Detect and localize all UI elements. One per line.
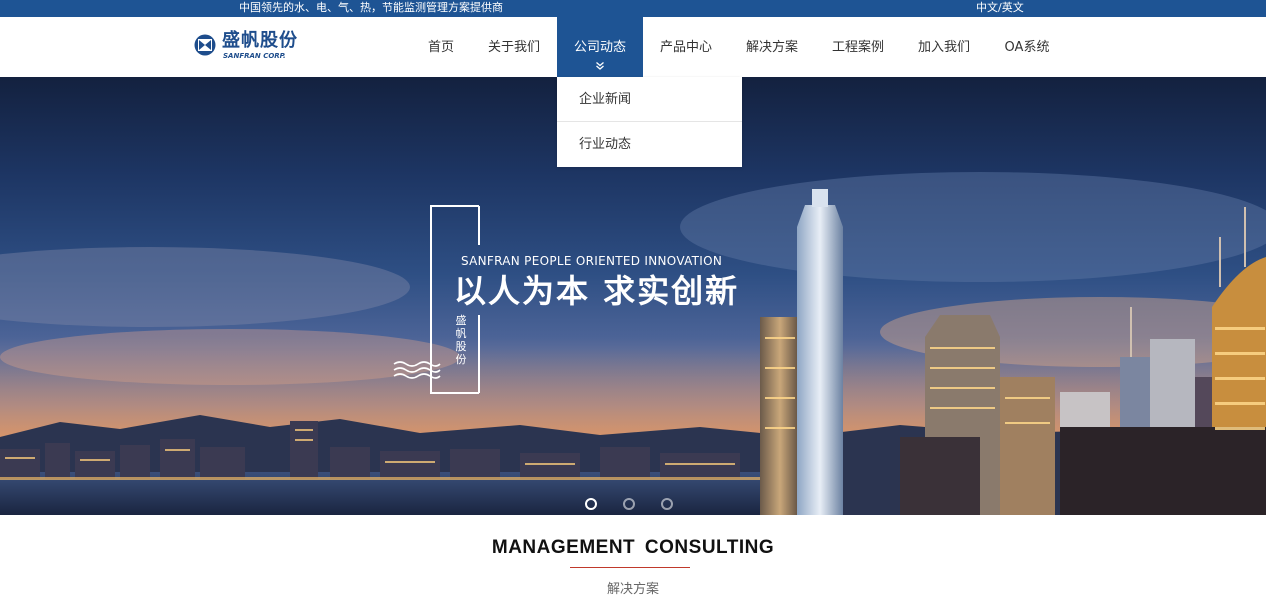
banner-tagline-cn: 以人为本 求实创新 [454, 272, 740, 310]
nav-item-solutions[interactable]: 解决方案 [741, 17, 803, 77]
logo-name-en: SANFRAN CORP. [223, 52, 286, 60]
nav-item-join[interactable]: 加入我们 [913, 17, 975, 77]
slider-dot-1[interactable] [585, 498, 597, 510]
slider-dot-3[interactable] [661, 498, 673, 510]
dropdown-item-industry-news[interactable]: 行业动态 [557, 122, 742, 167]
nav-item-products[interactable]: 产品中心 [655, 17, 717, 77]
news-dropdown-menu: 企业新闻 行业动态 [557, 77, 742, 167]
top-bar: 中国领先的水、电、气、热，节能监测管理方案提供商 中文/英文 [0, 0, 1266, 17]
double-chevron-down-icon [596, 62, 604, 70]
nav-item-cases[interactable]: 工程案例 [827, 17, 889, 77]
section-title: MANAGEMENT CONSULTING [491, 537, 775, 558]
language-switch-link[interactable]: 中文/英文 [976, 0, 1024, 15]
nav-item-oa[interactable]: OA系统 [999, 17, 1055, 77]
site-logo[interactable]: 盛帆股份 SANFRAN CORP. [194, 30, 304, 62]
banner-tagline-en: SANFRAN PEOPLE ORIENTED INNOVATION [461, 254, 723, 268]
nav-item-news-label: 公司动态 [573, 40, 626, 55]
section-divider [570, 567, 690, 568]
slider-dot-2[interactable] [623, 498, 635, 510]
logo-name-cn: 盛帆股份 [222, 30, 298, 51]
waves-icon [393, 361, 441, 379]
sanfran-logo-icon [194, 34, 216, 56]
banner-vertical-brand: 盛帆股份 [455, 314, 467, 366]
site-header: 盛帆股份 SANFRAN CORP. 首页 关于我们 公司动态 产品中心 解决方… [0, 17, 1266, 77]
top-slogan: 中国领先的水、电、气、热，节能监测管理方案提供商 [239, 1, 503, 14]
dropdown-item-company-news[interactable]: 企业新闻 [557, 77, 742, 122]
nav-item-about[interactable]: 关于我们 [483, 17, 545, 77]
nav-item-home[interactable]: 首页 [419, 17, 463, 77]
nav-item-news[interactable]: 公司动态 [557, 17, 643, 77]
section-subtitle: 解决方案 [606, 582, 659, 597]
